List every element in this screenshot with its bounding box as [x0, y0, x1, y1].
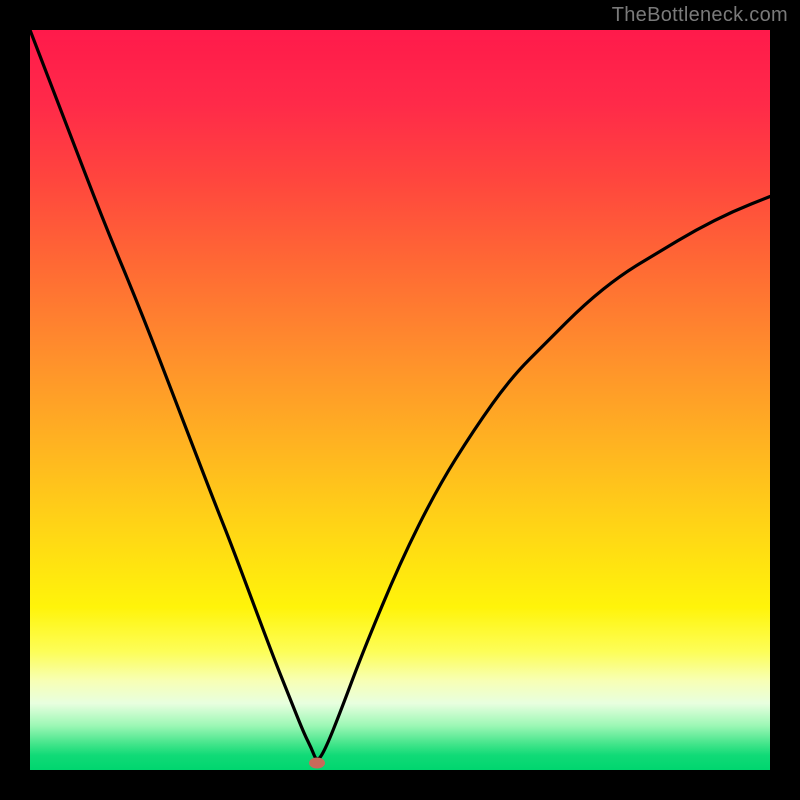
optimum-marker — [309, 757, 325, 768]
bottleneck-curve — [30, 30, 770, 770]
watermark-text: TheBottleneck.com — [612, 4, 788, 27]
chart-frame: TheBottleneck.com — [0, 0, 800, 800]
curve-path — [30, 30, 770, 759]
plot-area — [30, 30, 770, 770]
